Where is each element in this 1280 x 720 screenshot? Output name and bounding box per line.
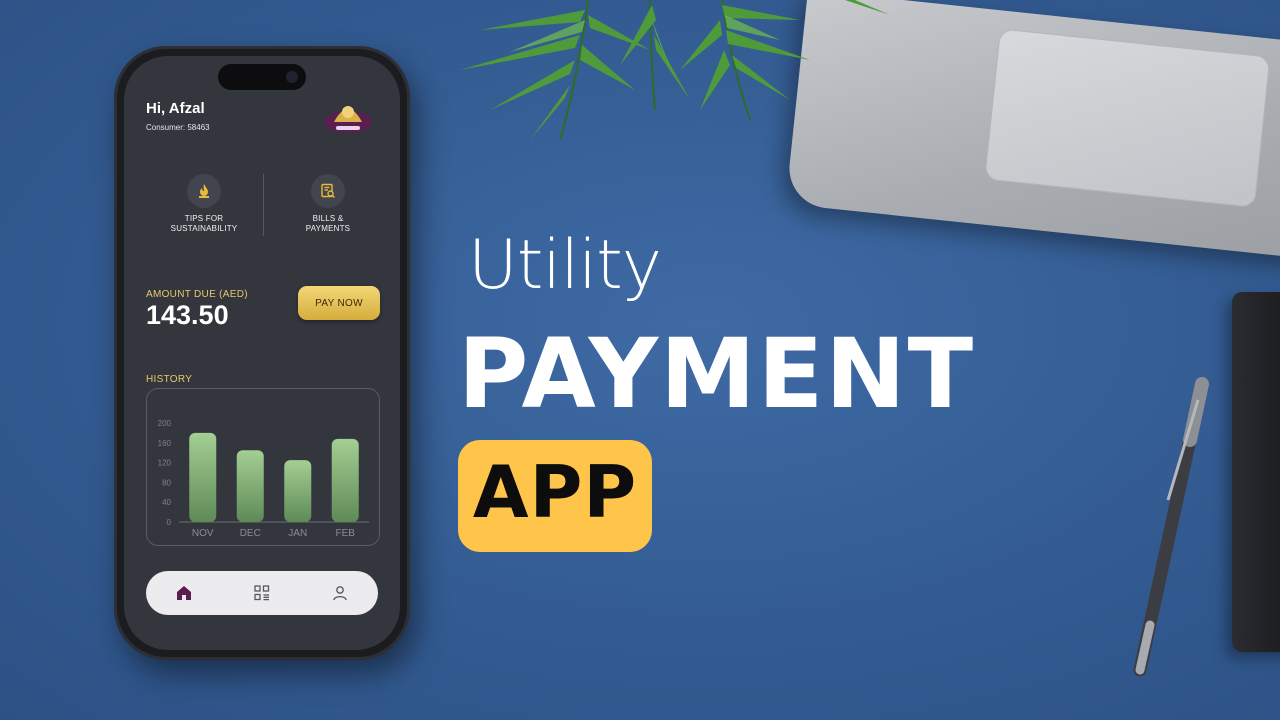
user-icon bbox=[333, 586, 347, 601]
tab-profile[interactable] bbox=[328, 581, 352, 605]
amount-due-label: AMOUNT DUE (AED) bbox=[146, 289, 248, 300]
app-screen: Hi, Afzal Consumer: 58463 TIPS FOR SUSTA… bbox=[124, 56, 400, 650]
chart-bar-feb bbox=[331, 438, 359, 522]
quick-actions-divider bbox=[263, 174, 264, 236]
consumer-number: Consumer: 58463 bbox=[146, 123, 210, 132]
history-chart-svg: 0 40 80 120 160 200 NOV DEC JAN FEB bbox=[158, 419, 369, 539]
grid-list-icon bbox=[254, 585, 270, 601]
company-logo bbox=[324, 106, 372, 133]
laptop-trackpad bbox=[984, 28, 1271, 208]
tab-grid[interactable] bbox=[250, 581, 274, 605]
headline-app: APP bbox=[472, 450, 638, 534]
tips-label-line2: SUSTAINABILITY bbox=[170, 224, 238, 233]
plant-leaves bbox=[460, 0, 890, 141]
headline-utility: Utility bbox=[468, 226, 662, 305]
tips-label-line1: TIPS FOR bbox=[184, 214, 224, 223]
bills-label-line1: BILLS & bbox=[312, 214, 344, 223]
pen bbox=[1133, 377, 1209, 677]
dynamic-island bbox=[218, 64, 306, 90]
chart-bar-dec bbox=[236, 450, 264, 522]
chart-x-label: FEB bbox=[336, 528, 356, 539]
chart-y-tick-label: 80 bbox=[162, 478, 171, 487]
flame-icon bbox=[187, 174, 221, 208]
front-camera bbox=[286, 71, 298, 83]
bill-search-icon bbox=[311, 174, 345, 208]
phone-mockup: Hi, Afzal Consumer: 58463 TIPS FOR SUSTA… bbox=[114, 46, 410, 660]
chart-y-tick-label: 200 bbox=[158, 419, 172, 428]
app-badge: APP bbox=[458, 440, 652, 552]
amount-due-value: 143.50 bbox=[146, 300, 229, 330]
home-icon bbox=[177, 586, 191, 600]
history-chart: 0 40 80 120 160 200 NOV DEC JAN FEB bbox=[146, 388, 380, 546]
history-label: HISTORY bbox=[146, 374, 193, 385]
notebook bbox=[1232, 292, 1280, 652]
chart-bar-nov bbox=[189, 432, 217, 522]
greeting: Hi, Afzal bbox=[146, 100, 205, 117]
headline-payment: PAYMENT bbox=[458, 318, 976, 430]
chart-x-label: DEC bbox=[240, 528, 261, 539]
chart-bar-jan bbox=[284, 460, 312, 522]
chart-y-tick-label: 40 bbox=[162, 498, 171, 507]
bills-label-line2: PAYMENTS bbox=[305, 224, 351, 233]
chart-x-label: JAN bbox=[288, 528, 307, 539]
chart-y-tick-label: 160 bbox=[158, 439, 172, 448]
chart-y-tick-label: 0 bbox=[167, 518, 172, 527]
pay-now-button[interactable]: PAY NOW bbox=[298, 286, 380, 320]
bills-payments-button[interactable]: BILLS & PAYMENTS bbox=[268, 174, 388, 234]
chart-x-label: NOV bbox=[192, 528, 214, 539]
chart-y-tick-label: 120 bbox=[158, 459, 172, 468]
tips-sustainability-button[interactable]: TIPS FOR SUSTAINABILITY bbox=[144, 174, 264, 234]
bottom-tab-bar bbox=[146, 571, 378, 615]
tab-home[interactable] bbox=[172, 581, 196, 605]
